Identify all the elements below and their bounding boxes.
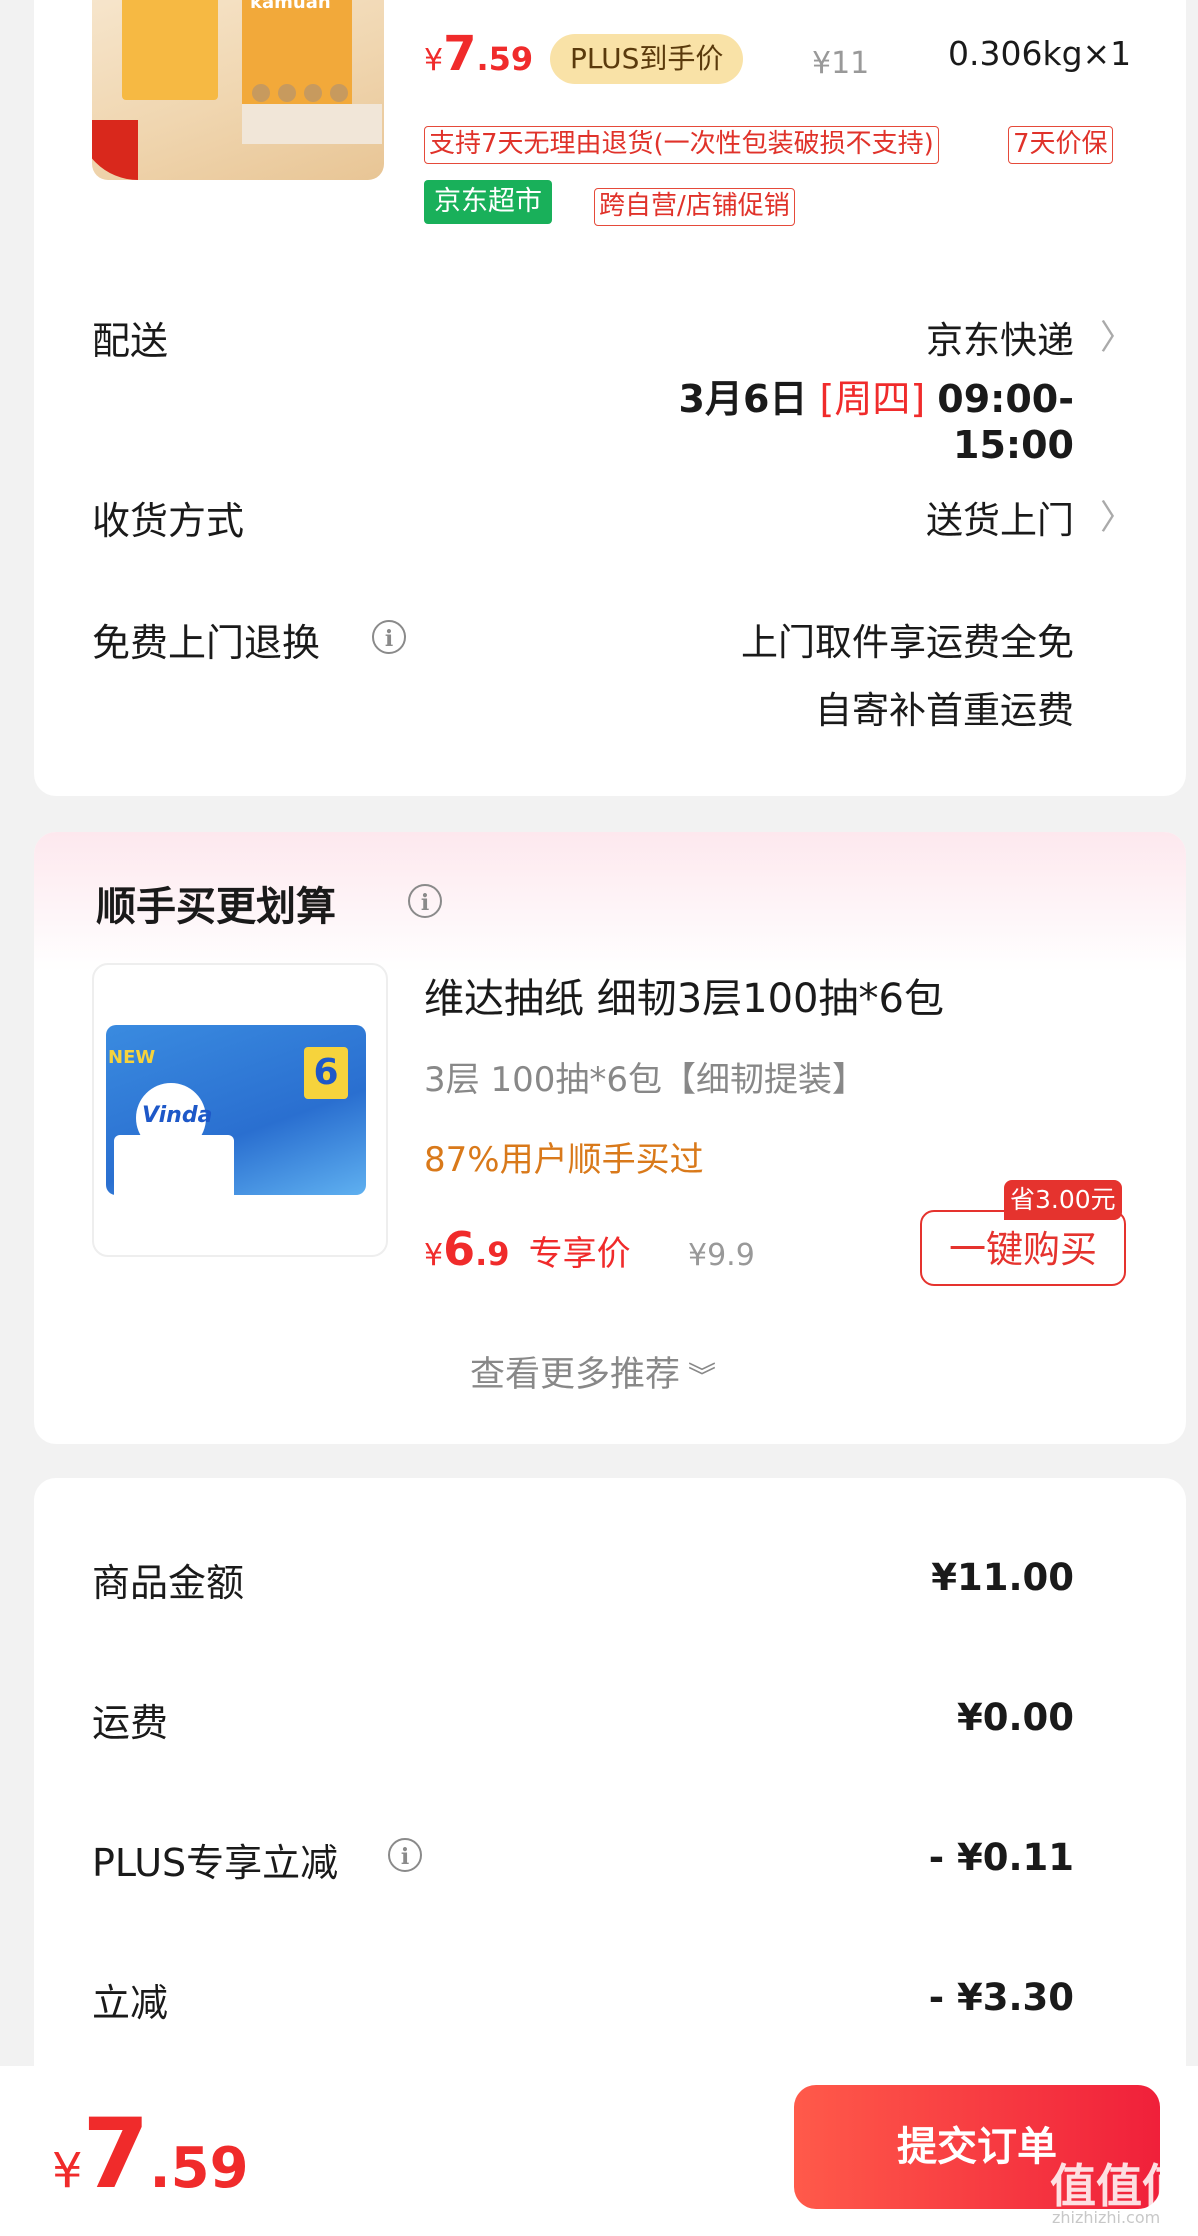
return-policy-tag: 支持7天无理由退货(一次性包装破损不支持) (424, 126, 939, 164)
receive-method-label: 收货方式 (92, 499, 245, 543)
summary-value-plus: - ¥0.11 (928, 1836, 1074, 1879)
product-image[interactable]: kamuah (92, 0, 384, 180)
original-price: ¥11 (812, 46, 870, 81)
nut (252, 84, 270, 102)
jd-supermarket-tag: 京东超市 (424, 180, 552, 224)
info-icon[interactable]: i (408, 884, 442, 918)
summary-value-shipping: ¥0.00 (956, 1696, 1074, 1739)
info-icon[interactable]: i (372, 620, 406, 654)
one-click-buy-button[interactable]: 一键购买 (920, 1210, 1126, 1286)
summary-label-discount: 立减 (92, 1981, 169, 2025)
recommend-spec: 3层 100抽*6包【细韧提装】 (424, 1060, 866, 1100)
total-price: ¥7.59 (52, 2098, 249, 2210)
nut (278, 84, 296, 102)
plus-price-tag: PLUS到手价 (550, 34, 744, 84)
tissue-box (114, 1135, 234, 1205)
recommend-stat: 87%用户顺手买过 (424, 1140, 704, 1180)
nut (330, 84, 348, 102)
summary-label-goods: 商品金额 (92, 1561, 245, 1605)
nut (304, 84, 322, 102)
watermark-url: zhizhizhi.com (1052, 2208, 1161, 2227)
recommend-name[interactable]: 维达抽纸 细韧3层100抽*6包 (424, 966, 944, 1024)
watermark-logo: 值值值 (1050, 2159, 1188, 2213)
recommend-title: 顺手买更划算 (96, 884, 336, 930)
info-icon[interactable]: i (388, 1838, 422, 1872)
chevron-right-icon[interactable]: 〉 (1100, 490, 1134, 539)
delivery-method[interactable]: 京东快递 (860, 310, 1074, 364)
shelf (242, 104, 382, 144)
recommend-price: ¥6.9 专享价 (424, 1222, 631, 1276)
chevron-down-icon: ︾ (688, 1360, 717, 1393)
promo-tag: 跨自营/店铺促销 (594, 188, 795, 226)
summary-value-discount: - ¥3.30 (928, 1976, 1074, 2019)
package-brand-text: kamuah (250, 0, 331, 13)
see-more-recommend[interactable]: 查看更多推荐 ︾ (470, 1346, 716, 1397)
product-price: ¥7.59 (424, 26, 534, 82)
summary-label-shipping: 运费 (92, 1701, 169, 1745)
weight-quantity: 0.306kg×1 (948, 34, 1132, 73)
recommend-orig-price: ¥9.9 (688, 1238, 755, 1273)
receive-method-value[interactable]: 送货上门 (860, 490, 1074, 544)
free-return-line2: 自寄补首重运费 (815, 689, 1074, 732)
recommend-product-image[interactable]: NEW Vinda 6 (92, 963, 388, 1257)
free-return-line1: 上门取件享运费全免 (741, 621, 1074, 664)
package-left (122, 0, 218, 100)
delivery-time[interactable]: 3月6日 [周四] 09:00-15:00 (580, 368, 1074, 467)
summary-label-plus: PLUS专享立减 (92, 1841, 339, 1885)
price-protect-tag: 7天价保 (1008, 126, 1113, 164)
delivery-label: 配送 (92, 319, 169, 363)
pack-new-label: NEW (108, 1047, 156, 1068)
save-badge: 省3.00元 (1004, 1180, 1122, 1220)
chevron-right-icon[interactable]: 〉 (1100, 310, 1134, 359)
free-return-label: 免费上门退换 (92, 621, 321, 665)
pack-count: 6 (304, 1047, 348, 1099)
summary-value-goods: ¥11.00 (931, 1556, 1074, 1599)
